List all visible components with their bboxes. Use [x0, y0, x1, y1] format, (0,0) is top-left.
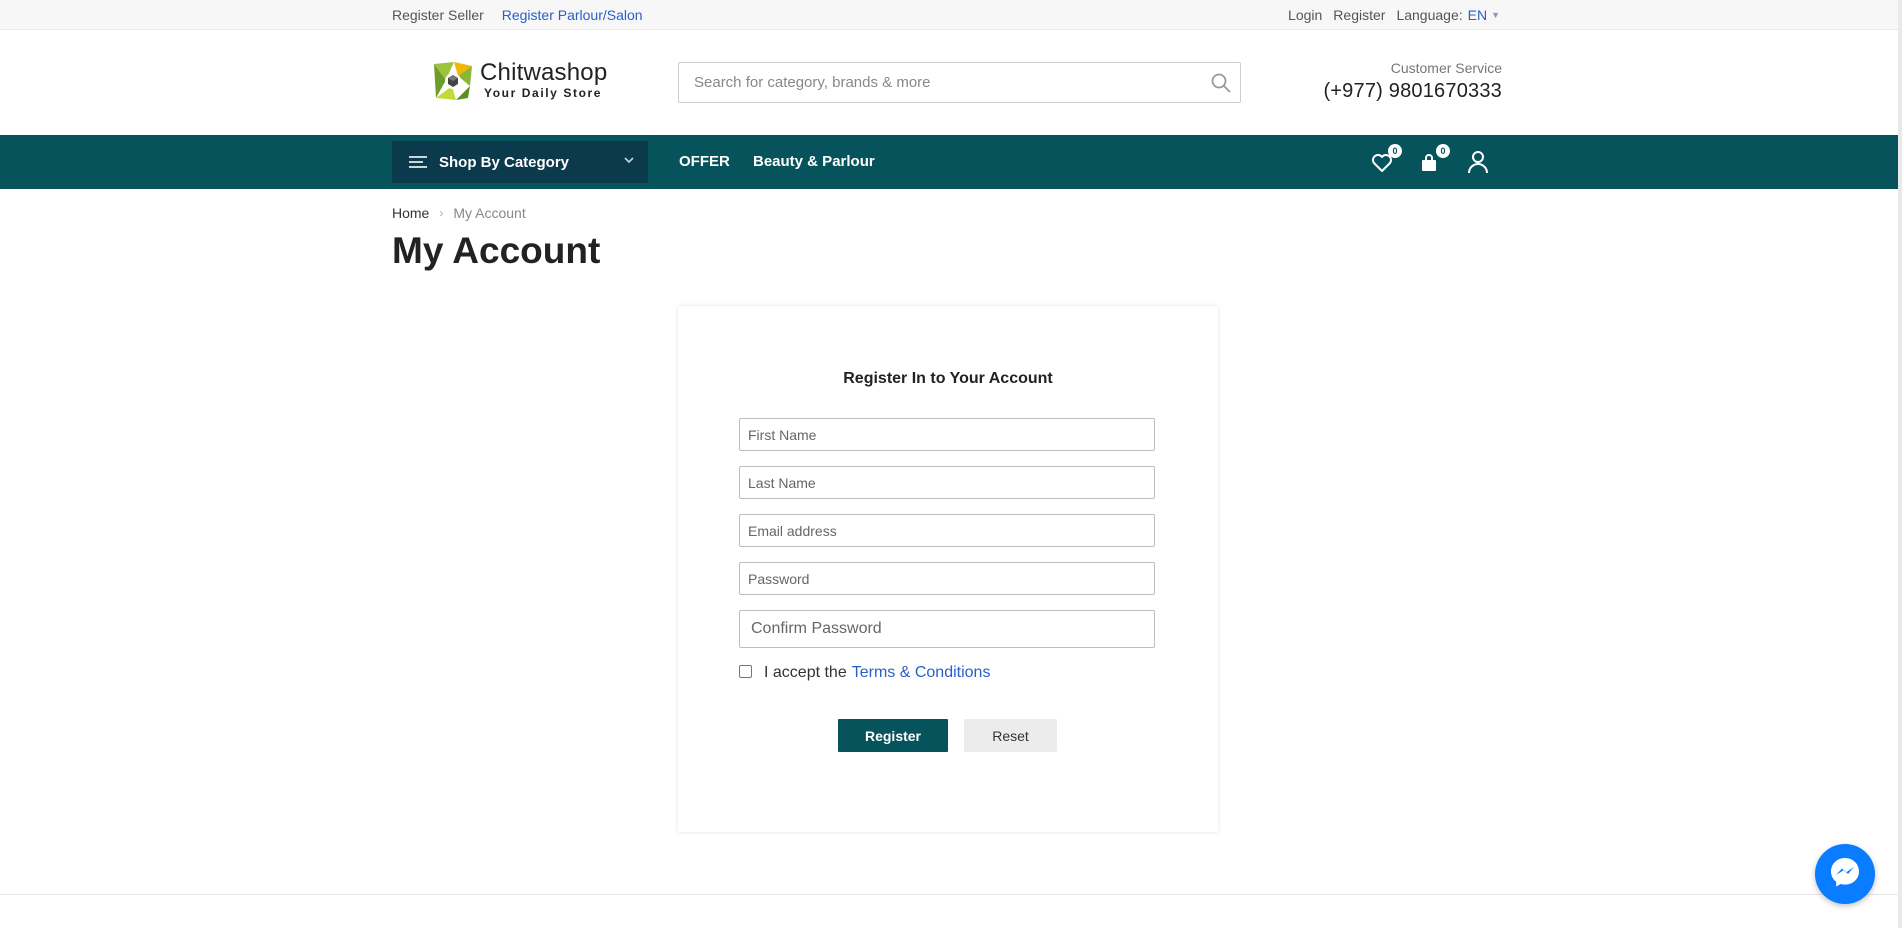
reset-button[interactable]: Reset — [964, 719, 1057, 752]
site-logo[interactable]: Chitwashop Your Daily Store — [432, 60, 607, 102]
cart-button[interactable]: 0 — [1418, 144, 1450, 178]
breadcrumb-home[interactable]: Home — [392, 205, 429, 221]
terms-checkbox[interactable] — [739, 664, 752, 678]
search-bar — [678, 62, 1241, 103]
register-button[interactable]: Register — [838, 719, 948, 752]
footer-divider — [0, 894, 1898, 895]
terms-link[interactable]: Terms & Conditions — [852, 664, 991, 682]
terms-prefix: I accept the — [764, 664, 847, 681]
register-heading: Register In to Your Account — [843, 370, 1053, 387]
account-button[interactable] — [1466, 148, 1494, 176]
nav-link-offer[interactable]: OFFER — [679, 153, 730, 170]
wishlist-button[interactable]: 0 — [1370, 144, 1402, 179]
logo-name: Chitwashop — [480, 59, 608, 86]
language-selector[interactable]: EN — [1468, 7, 1487, 23]
site-header: Chitwashop Your Daily Store Customer Ser… — [0, 30, 1902, 135]
menu-icon — [409, 153, 427, 171]
search-icon[interactable] — [1210, 72, 1232, 94]
password-field[interactable] — [739, 562, 1155, 595]
nav-link-beauty-parlour[interactable]: Beauty & Parlour — [753, 153, 875, 170]
shop-by-category-label: Shop By Category — [439, 153, 570, 171]
logo-tagline: Your Daily Store — [484, 86, 603, 100]
heart-icon — [1370, 154, 1394, 179]
messenger-chat-button[interactable] — [1815, 844, 1875, 904]
cart-count-badge: 0 — [1436, 144, 1450, 158]
last-name-field[interactable] — [739, 466, 1155, 499]
login-link[interactable]: Login — [1288, 7, 1322, 23]
chevron-right-icon: › — [439, 206, 444, 220]
chevron-down-icon — [622, 153, 636, 172]
customer-service-label: Customer Service — [1390, 60, 1502, 76]
main-nav: Shop By Category OFFER Beauty & Parlour … — [0, 135, 1898, 189]
language-label: Language: — [1396, 7, 1463, 23]
register-link[interactable]: Register — [1333, 7, 1385, 23]
search-input[interactable] — [679, 63, 1179, 102]
register-seller-link[interactable]: Register Seller — [392, 7, 484, 23]
register-parlour-link[interactable]: Register Parlour/Salon — [502, 7, 643, 23]
register-card: Register In to Your Account I accept the… — [678, 306, 1218, 832]
confirm-password-field[interactable] — [739, 610, 1155, 648]
breadcrumb: Home › My Account — [392, 205, 526, 221]
chevron-down-icon[interactable]: ▼ — [1491, 10, 1500, 20]
terms-row: I accept the Terms & Conditions — [739, 664, 990, 682]
user-icon — [1466, 151, 1490, 179]
logo-mark-icon — [432, 60, 474, 102]
email-field[interactable] — [739, 514, 1155, 547]
shop-by-category-button[interactable]: Shop By Category — [392, 141, 648, 183]
customer-service: Customer Service (+977) 9801670333 — [1323, 60, 1502, 103]
breadcrumb-current: My Account — [453, 205, 526, 221]
top-bar-right: Login Register Language: EN ▼ — [1277, 7, 1500, 23]
page-title: My Account — [392, 230, 601, 271]
messenger-icon — [1828, 855, 1862, 894]
wishlist-count-badge: 0 — [1388, 144, 1402, 158]
shopping-bag-icon — [1418, 154, 1440, 178]
top-bar: Register Seller Register Parlour/Salon L… — [0, 0, 1902, 30]
customer-service-phone[interactable]: (+977) 9801670333 — [1323, 80, 1502, 103]
top-bar-left: Register Seller Register Parlour/Salon — [392, 7, 657, 23]
first-name-field[interactable] — [739, 418, 1155, 451]
scrollbar[interactable] — [1898, 0, 1902, 928]
